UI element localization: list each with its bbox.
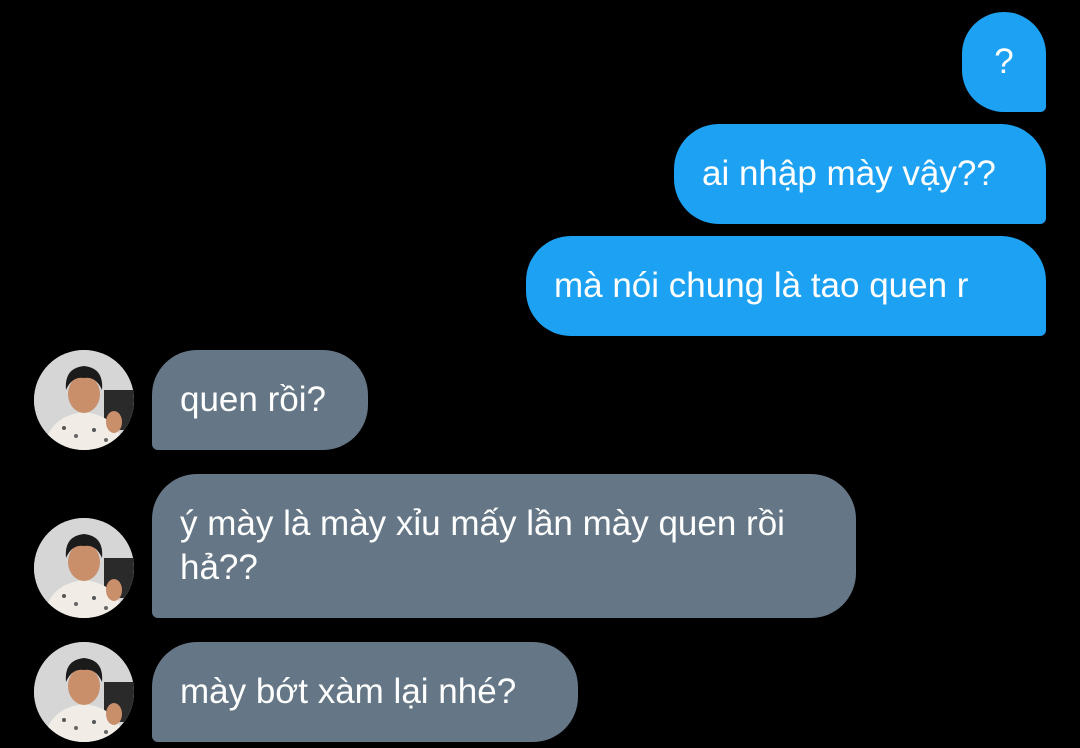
sent-message-text: ? xyxy=(994,42,1014,81)
sent-message-bubble[interactable]: ? xyxy=(962,12,1046,112)
received-message-bubble[interactable]: quen rồi? xyxy=(152,350,368,450)
received-message-text: quen rồi? xyxy=(180,380,326,419)
received-message-bubble[interactable]: ý mày là mày xỉu mấy lần mày quen rồi hả… xyxy=(152,474,856,618)
contact-avatar[interactable] xyxy=(34,642,134,742)
received-message-bubble[interactable]: mày bớt xàm lại nhé? xyxy=(152,642,578,742)
sent-message-text: mà nói chung là tao quen r xyxy=(554,266,969,305)
contact-avatar[interactable] xyxy=(34,518,134,618)
avatar-photo-icon xyxy=(34,518,134,618)
received-message-text: mày bớt xàm lại nhé? xyxy=(180,672,517,711)
received-message-text: ý mày là mày xỉu mấy lần mày quen rồi hả… xyxy=(180,504,785,587)
sent-message-bubble[interactable]: ai nhập mày vậy?? xyxy=(674,124,1046,224)
contact-avatar[interactable] xyxy=(34,350,134,450)
sent-message-text: ai nhập mày vậy?? xyxy=(702,154,996,193)
avatar-photo-icon xyxy=(34,350,134,450)
avatar-photo-icon xyxy=(34,642,134,742)
sent-message-bubble[interactable]: mà nói chung là tao quen r xyxy=(526,236,1046,336)
